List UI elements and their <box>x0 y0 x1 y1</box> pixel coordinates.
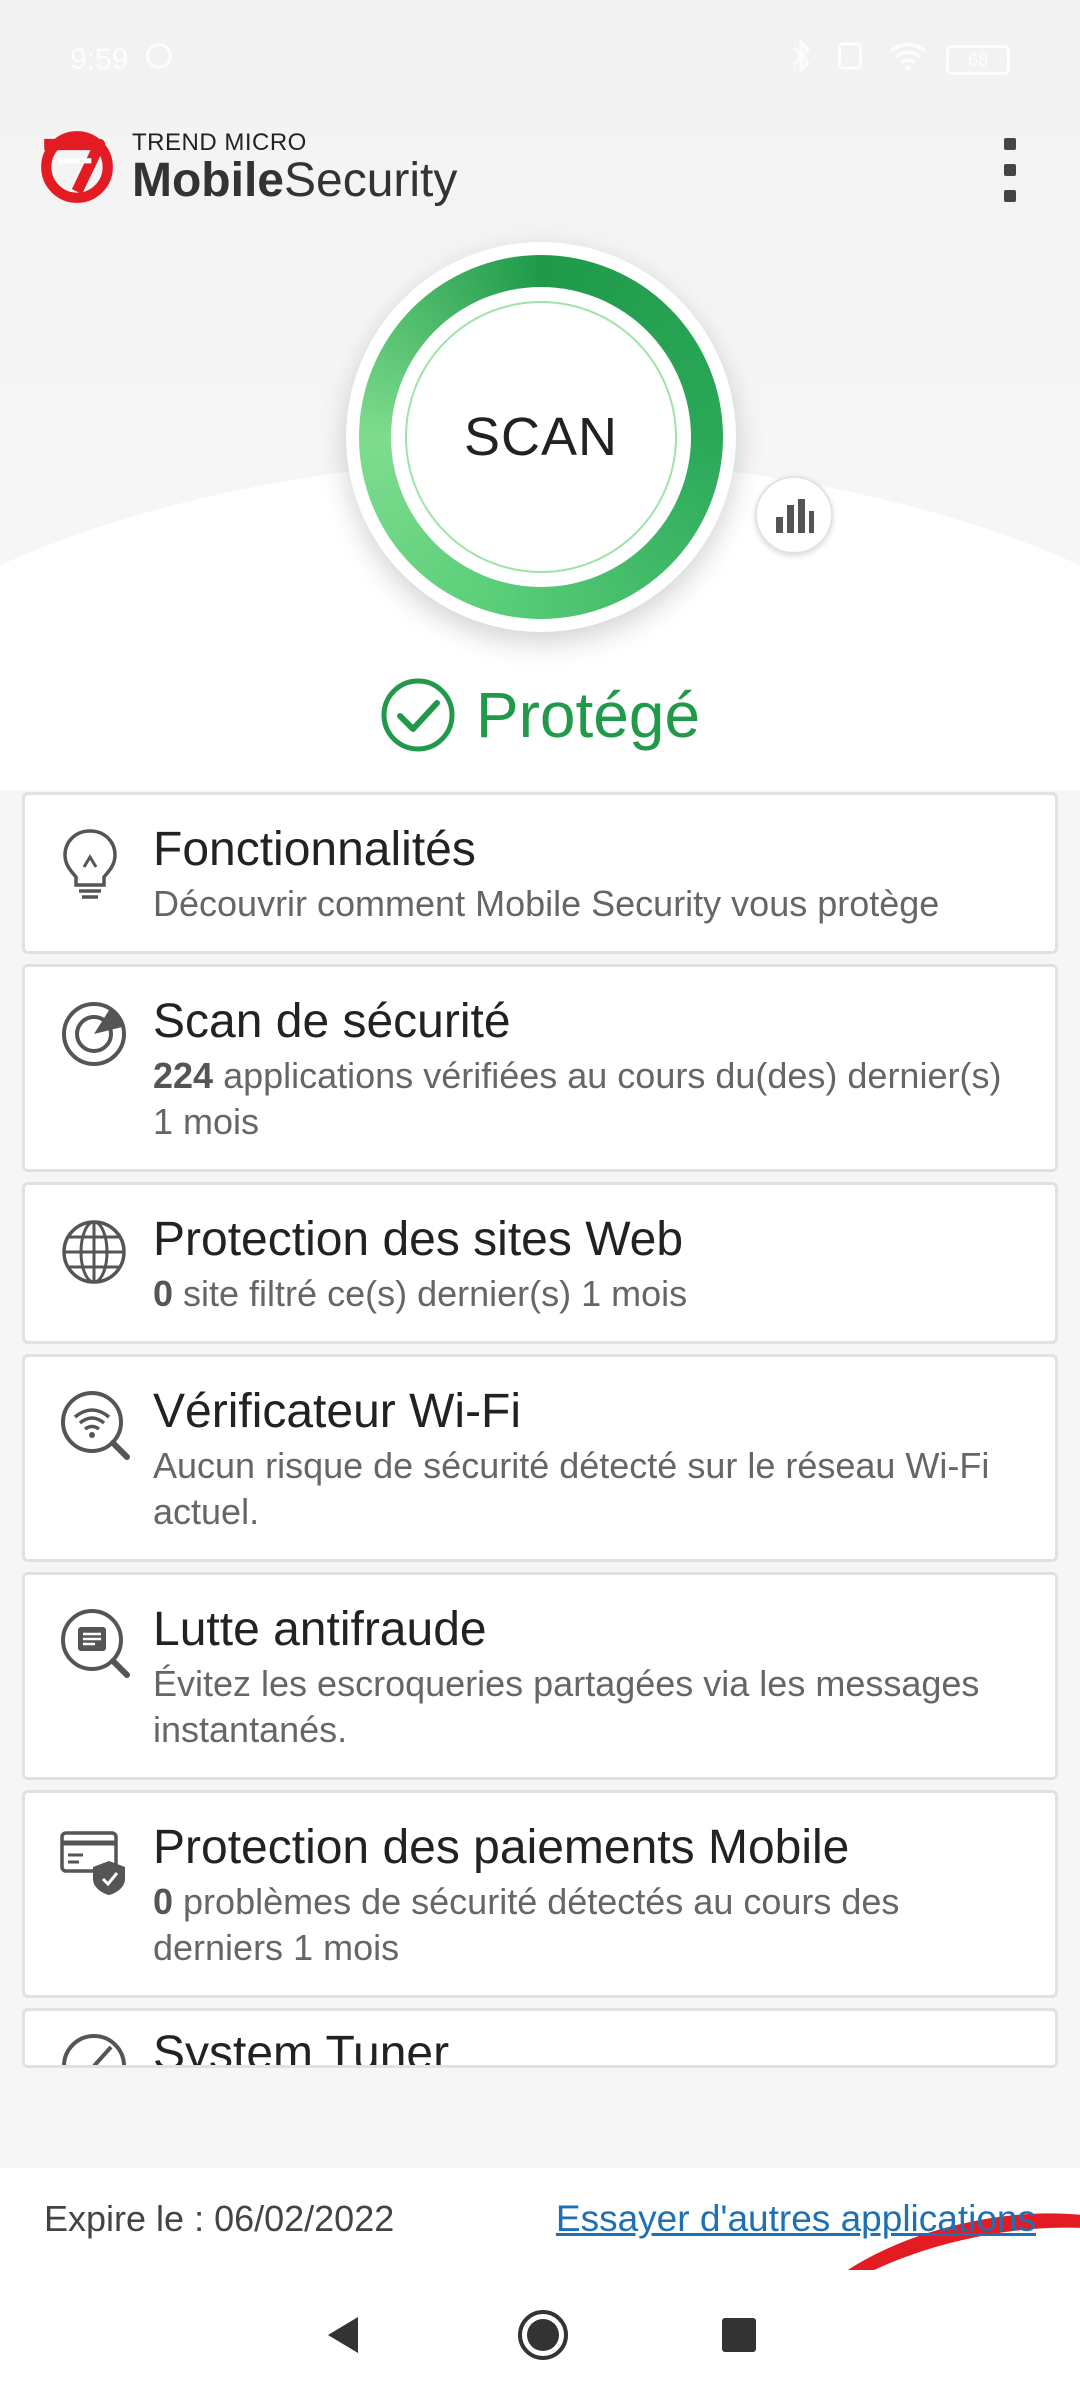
card-anti-fraud[interactable]: Lutte antifraude Évitez les escroqueries… <box>22 1572 1058 1780</box>
card-security-scan[interactable]: Scan de sécurité 224 applications vérifi… <box>22 964 1058 1172</box>
radar-icon <box>62 1002 126 1066</box>
overflow-menu-button[interactable] <box>990 130 1030 210</box>
wifi-icon <box>888 41 928 79</box>
expiration-date: Expire le : 06/02/2022 <box>44 2198 395 2239</box>
feature-list: Fonctionnalités Découvrir comment Mobile… <box>22 792 1058 2078</box>
message-search-icon <box>61 1609 130 1678</box>
card-title: System Tuner <box>153 2027 450 2068</box>
brand-name: MobileSecurity <box>132 154 458 207</box>
card-title: Fonctionnalités <box>153 823 476 876</box>
bar-chart-icon <box>776 499 814 533</box>
system-navigation-bar <box>0 2270 1080 2400</box>
card-title: Protection des sites Web <box>153 1213 684 1266</box>
globe-icon <box>62 1220 126 1284</box>
card-payment-protection[interactable]: Protection des paiements Mobile 0 problè… <box>22 1790 1058 1998</box>
card-web-protection[interactable]: Protection des sites Web 0 site filtré c… <box>22 1182 1058 1344</box>
scan-label: SCAN <box>405 301 677 573</box>
status-bar: 9:59 68 <box>0 0 1080 120</box>
check-circle-icon <box>381 678 455 752</box>
protection-status: Protégé <box>0 670 1080 760</box>
battery-icon: 68 <box>946 45 1010 75</box>
speedometer-icon <box>62 2034 126 2065</box>
card-description: Aucun risque de sécurité détecté sur le … <box>153 1445 990 1532</box>
card-wifi-checker[interactable]: Vérificateur Wi-Fi Aucun risque de sécur… <box>22 1354 1058 1562</box>
card-features[interactable]: Fonctionnalités Découvrir comment Mobile… <box>22 792 1058 954</box>
status-time: 9:59 <box>70 43 129 76</box>
notification-icon <box>142 39 176 81</box>
card-system-tuner[interactable]: System Tuner <box>22 2008 1058 2068</box>
payment-shield-icon <box>60 1831 125 1895</box>
statistics-button[interactable] <box>755 476 833 554</box>
vibrate-icon <box>830 41 870 79</box>
card-description: 224 applications vérifiées au cours du(d… <box>153 1055 1002 1142</box>
recents-icon[interactable] <box>720 2316 758 2354</box>
wifi-search-icon <box>61 1391 130 1460</box>
app-logo: TREND MICRO MobileSecurity <box>36 126 457 208</box>
card-description: 0 site filtré ce(s) dernier(s) 1 mois <box>153 1273 688 1314</box>
trend-micro-logo-icon <box>41 131 113 203</box>
card-description: Découvrir comment Mobile Security vous p… <box>153 883 940 924</box>
back-icon[interactable] <box>322 2313 366 2357</box>
card-title: Vérificateur Wi-Fi <box>153 1385 522 1438</box>
card-description: Évitez les escroqueries partagées via le… <box>153 1663 980 1750</box>
lightbulb-icon <box>63 829 117 899</box>
protection-status-label: Protégé <box>475 679 701 751</box>
home-icon[interactable] <box>516 2308 570 2362</box>
card-description: 0 problèmes de sécurité détectés au cour… <box>153 1881 900 1968</box>
brand-top: TREND MICRO <box>132 129 307 156</box>
try-other-apps-link[interactable]: Essayer d'autres applications <box>556 2198 1036 2240</box>
card-title: Scan de sécurité <box>153 995 511 1048</box>
footer: Expire le : 06/02/2022 Essayer d'autres … <box>0 2168 1080 2270</box>
card-title: Protection des paiements Mobile <box>153 1821 850 1874</box>
scan-button[interactable]: SCAN <box>346 242 736 632</box>
bluetooth-icon <box>790 39 812 81</box>
card-title: Lutte antifraude <box>153 1603 487 1656</box>
